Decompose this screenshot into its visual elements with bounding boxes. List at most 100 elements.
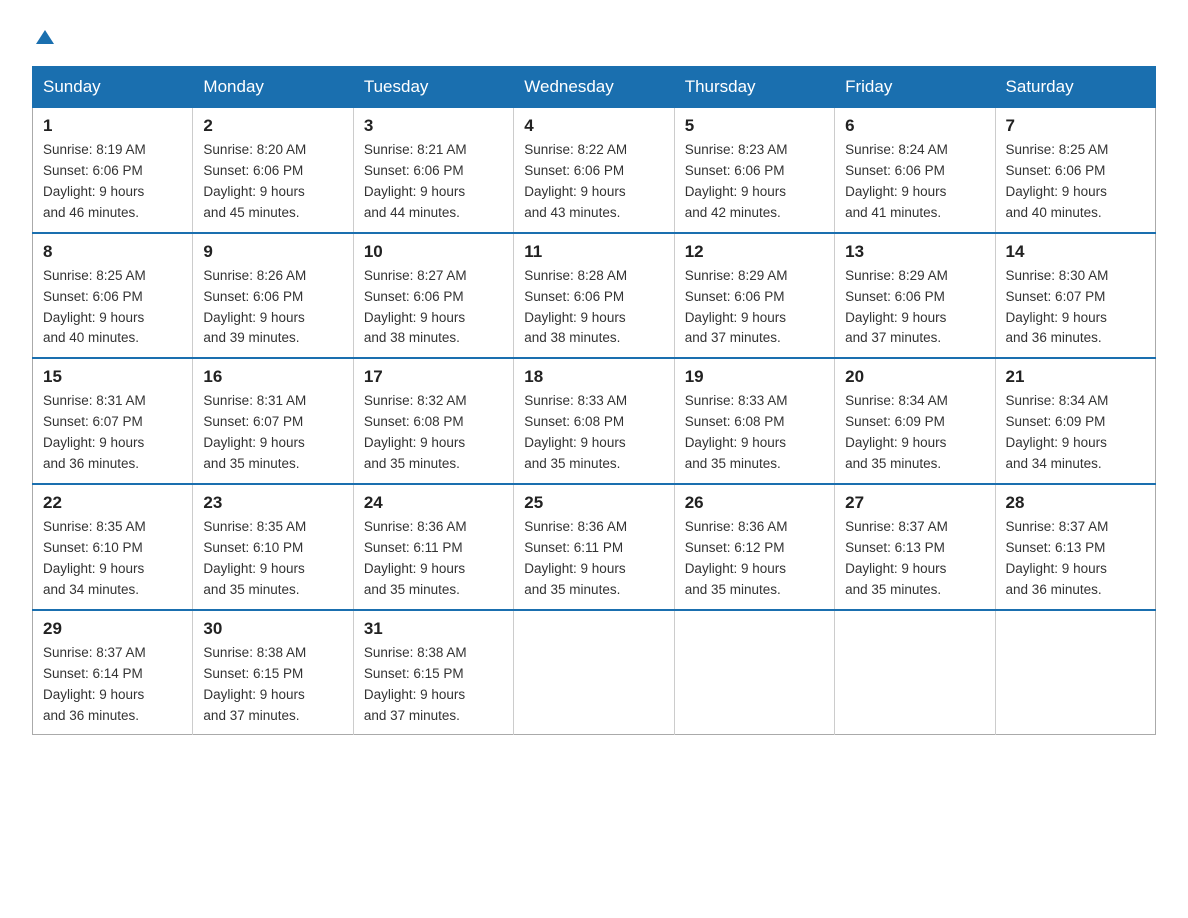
day-number: 13 [845,242,984,262]
day-number: 17 [364,367,503,387]
day-info: Sunrise: 8:36 AMSunset: 6:11 PMDaylight:… [524,517,663,601]
header-monday: Monday [193,67,353,108]
header-saturday: Saturday [995,67,1155,108]
day-number: 29 [43,619,182,639]
header-wednesday: Wednesday [514,67,674,108]
day-cell [835,610,995,735]
day-cell: 18 Sunrise: 8:33 AMSunset: 6:08 PMDayligh… [514,358,674,484]
day-number: 4 [524,116,663,136]
day-cell: 31 Sunrise: 8:38 AMSunset: 6:15 PMDayligh… [353,610,513,735]
day-number: 12 [685,242,824,262]
day-number: 10 [364,242,503,262]
day-info: Sunrise: 8:33 AMSunset: 6:08 PMDaylight:… [524,391,663,475]
day-info: Sunrise: 8:34 AMSunset: 6:09 PMDaylight:… [845,391,984,475]
day-number: 3 [364,116,503,136]
day-info: Sunrise: 8:20 AMSunset: 6:06 PMDaylight:… [203,140,342,224]
day-cell: 26Sunrise: 8:36 AMSunset: 6:12 PMDayligh… [674,484,834,610]
day-number: 16 [203,367,342,387]
day-cell: 3 Sunrise: 8:21 AMSunset: 6:06 PMDaylight… [353,108,513,233]
day-number: 15 [43,367,182,387]
day-cell: 27Sunrise: 8:37 AMSunset: 6:13 PMDayligh… [835,484,995,610]
day-number: 11 [524,242,663,262]
day-cell: 29 Sunrise: 8:37 AMSunset: 6:14 PMDayligh… [33,610,193,735]
day-cell: 25 Sunrise: 8:36 AMSunset: 6:11 PMDayligh… [514,484,674,610]
day-cell [995,610,1155,735]
day-cell: 16 Sunrise: 8:31 AMSunset: 6:07 PMDayligh… [193,358,353,484]
day-cell: 9 Sunrise: 8:26 AMSunset: 6:06 PMDaylight… [193,233,353,359]
day-info: Sunrise: 8:29 AMSunset: 6:06 PMDaylight:… [845,266,984,350]
day-info: Sunrise: 8:35 AMSunset: 6:10 PMDaylight:… [43,517,182,601]
day-cell: 6Sunrise: 8:24 AMSunset: 6:06 PMDaylight… [835,108,995,233]
day-info: Sunrise: 8:36 AMSunset: 6:11 PMDaylight:… [364,517,503,601]
day-cell: 13 Sunrise: 8:29 AMSunset: 6:06 PMDayligh… [835,233,995,359]
day-cell: 1 Sunrise: 8:19 AMSunset: 6:06 PMDaylight… [33,108,193,233]
header-tuesday: Tuesday [353,67,513,108]
day-number: 24 [364,493,503,513]
day-cell: 28 Sunrise: 8:37 AMSunset: 6:13 PMDayligh… [995,484,1155,610]
day-info: Sunrise: 8:26 AMSunset: 6:06 PMDaylight:… [203,266,342,350]
day-info: Sunrise: 8:30 AMSunset: 6:07 PMDaylight:… [1006,266,1145,350]
day-info: Sunrise: 8:33 AMSunset: 6:08 PMDaylight:… [685,391,824,475]
header-thursday: Thursday [674,67,834,108]
day-number: 8 [43,242,182,262]
day-info: Sunrise: 8:31 AMSunset: 6:07 PMDaylight:… [203,391,342,475]
day-number: 20 [845,367,984,387]
day-number: 7 [1006,116,1145,136]
day-number: 1 [43,116,182,136]
header-sunday: Sunday [33,67,193,108]
day-number: 21 [1006,367,1145,387]
day-info: Sunrise: 8:28 AMSunset: 6:06 PMDaylight:… [524,266,663,350]
day-cell: 2 Sunrise: 8:20 AMSunset: 6:06 PMDaylight… [193,108,353,233]
day-number: 25 [524,493,663,513]
day-cell: 23 Sunrise: 8:35 AMSunset: 6:10 PMDayligh… [193,484,353,610]
day-number: 26 [685,493,824,513]
day-number: 23 [203,493,342,513]
page-header [32,24,1156,48]
day-cell: 7 Sunrise: 8:25 AMSunset: 6:06 PMDaylight… [995,108,1155,233]
day-number: 31 [364,619,503,639]
day-number: 9 [203,242,342,262]
day-info: Sunrise: 8:24 AMSunset: 6:06 PMDaylight:… [845,140,984,224]
day-number: 14 [1006,242,1145,262]
day-info: Sunrise: 8:25 AMSunset: 6:06 PMDaylight:… [43,266,182,350]
day-cell: 12 Sunrise: 8:29 AMSunset: 6:06 PMDayligh… [674,233,834,359]
day-cell: 30Sunrise: 8:38 AMSunset: 6:15 PMDayligh… [193,610,353,735]
day-info: Sunrise: 8:27 AMSunset: 6:06 PMDaylight:… [364,266,503,350]
day-info: Sunrise: 8:29 AMSunset: 6:06 PMDaylight:… [685,266,824,350]
day-info: Sunrise: 8:25 AMSunset: 6:06 PMDaylight:… [1006,140,1145,224]
day-info: Sunrise: 8:35 AMSunset: 6:10 PMDaylight:… [203,517,342,601]
day-info: Sunrise: 8:38 AMSunset: 6:15 PMDaylight:… [364,643,503,727]
day-number: 5 [685,116,824,136]
day-info: Sunrise: 8:32 AMSunset: 6:08 PMDaylight:… [364,391,503,475]
day-info: Sunrise: 8:37 AMSunset: 6:14 PMDaylight:… [43,643,182,727]
day-cell: 20 Sunrise: 8:34 AMSunset: 6:09 PMDayligh… [835,358,995,484]
day-info: Sunrise: 8:37 AMSunset: 6:13 PMDaylight:… [1006,517,1145,601]
day-cell: 8 Sunrise: 8:25 AMSunset: 6:06 PMDaylight… [33,233,193,359]
day-cell: 19 Sunrise: 8:33 AMSunset: 6:08 PMDayligh… [674,358,834,484]
day-cell: 5Sunrise: 8:23 AMSunset: 6:06 PMDaylight… [674,108,834,233]
day-number: 27 [845,493,984,513]
calendar-header-row: SundayMondayTuesdayWednesdayThursdayFrid… [33,67,1156,108]
day-number: 30 [203,619,342,639]
day-number: 19 [685,367,824,387]
day-cell: 14 Sunrise: 8:30 AMSunset: 6:07 PMDayligh… [995,233,1155,359]
day-number: 28 [1006,493,1145,513]
week-row-2: 8 Sunrise: 8:25 AMSunset: 6:06 PMDaylight… [33,233,1156,359]
calendar-table: SundayMondayTuesdayWednesdayThursdayFrid… [32,66,1156,735]
day-info: Sunrise: 8:19 AMSunset: 6:06 PMDaylight:… [43,140,182,224]
day-cell: 11 Sunrise: 8:28 AMSunset: 6:06 PMDayligh… [514,233,674,359]
day-cell: 24 Sunrise: 8:36 AMSunset: 6:11 PMDayligh… [353,484,513,610]
week-row-1: 1 Sunrise: 8:19 AMSunset: 6:06 PMDaylight… [33,108,1156,233]
day-info: Sunrise: 8:34 AMSunset: 6:09 PMDaylight:… [1006,391,1145,475]
day-number: 2 [203,116,342,136]
day-number: 18 [524,367,663,387]
day-number: 22 [43,493,182,513]
day-cell: 15Sunrise: 8:31 AMSunset: 6:07 PMDayligh… [33,358,193,484]
day-info: Sunrise: 8:22 AMSunset: 6:06 PMDaylight:… [524,140,663,224]
logo-triangle-icon [34,26,56,48]
logo [32,24,56,48]
day-info: Sunrise: 8:21 AMSunset: 6:06 PMDaylight:… [364,140,503,224]
day-cell: 17 Sunrise: 8:32 AMSunset: 6:08 PMDayligh… [353,358,513,484]
day-cell: 4 Sunrise: 8:22 AMSunset: 6:06 PMDaylight… [514,108,674,233]
day-cell: 10 Sunrise: 8:27 AMSunset: 6:06 PMDayligh… [353,233,513,359]
